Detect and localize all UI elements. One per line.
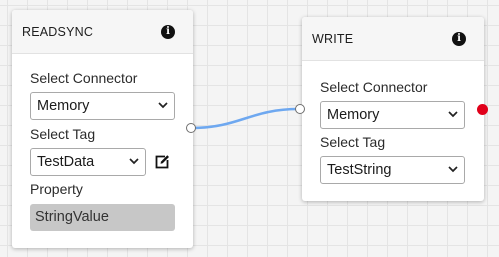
status-dot[interactable] bbox=[477, 104, 488, 115]
property-label: Property bbox=[30, 181, 83, 197]
tag-select[interactable]: TestString bbox=[320, 156, 465, 184]
wire-path bbox=[190, 107, 300, 130]
output-port[interactable] bbox=[186, 123, 196, 133]
readsync-node[interactable]: READSYNC i Select Connector Memory Selec… bbox=[12, 10, 193, 248]
node-header[interactable]: READSYNC i bbox=[12, 10, 193, 54]
input-port[interactable] bbox=[295, 104, 305, 114]
chevron-down-icon bbox=[158, 102, 168, 109]
connector-label: Select Connector bbox=[30, 70, 138, 86]
chevron-down-icon bbox=[448, 111, 458, 118]
connector-value: Memory bbox=[327, 107, 380, 123]
node-title: WRITE bbox=[312, 32, 354, 46]
flow-canvas[interactable]: READSYNC i Select Connector Memory Selec… bbox=[0, 0, 499, 257]
chevron-down-icon bbox=[129, 158, 139, 165]
connector-label: Select Connector bbox=[320, 79, 428, 95]
connector-select[interactable]: Memory bbox=[30, 92, 175, 120]
connector-value: Memory bbox=[37, 98, 90, 114]
write-node[interactable]: WRITE i Select Connector Memory Select T… bbox=[302, 17, 484, 201]
tag-select[interactable]: TestData bbox=[30, 148, 146, 176]
info-icon[interactable]: i bbox=[452, 32, 466, 46]
info-icon[interactable]: i bbox=[161, 25, 175, 39]
property-value: StringValue bbox=[35, 209, 109, 225]
tag-label: Select Tag bbox=[30, 126, 96, 142]
property-field: StringValue bbox=[30, 204, 175, 231]
tag-label: Select Tag bbox=[320, 134, 386, 150]
chevron-down-icon bbox=[448, 166, 458, 173]
edit-icon[interactable] bbox=[154, 154, 170, 170]
node-header[interactable]: WRITE i bbox=[302, 17, 484, 61]
node-title: READSYNC bbox=[22, 25, 94, 39]
tag-value: TestData bbox=[37, 154, 95, 170]
tag-value: TestString bbox=[327, 162, 392, 178]
connector-select[interactable]: Memory bbox=[320, 101, 465, 129]
